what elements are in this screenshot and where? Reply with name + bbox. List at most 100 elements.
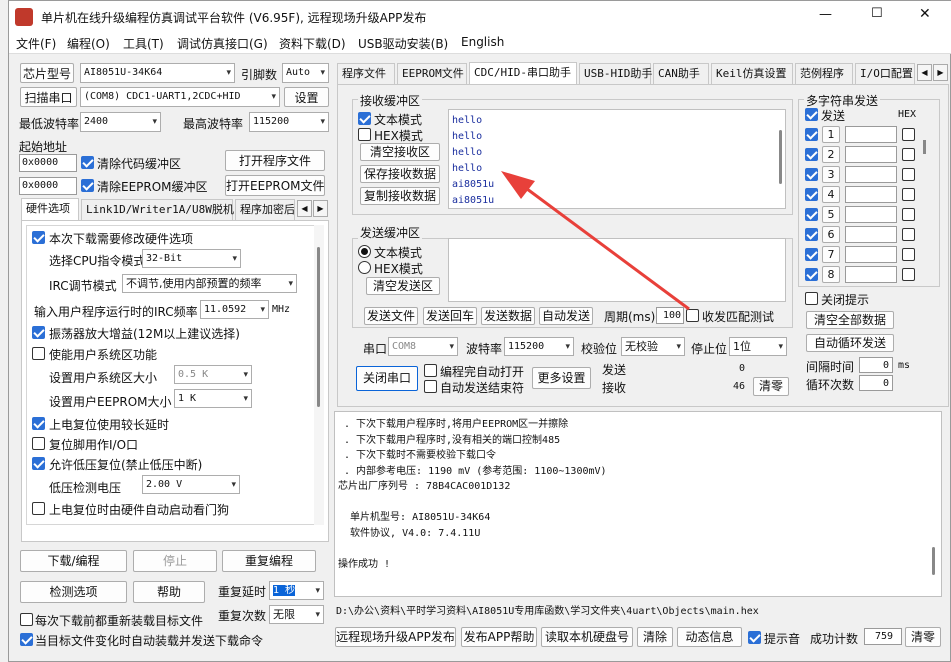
multi-row-input[interactable] (845, 246, 897, 263)
tab-scroll-left-icon[interactable]: ◀ (917, 64, 932, 81)
parity-select[interactable]: 无校验 ▾ (621, 337, 685, 356)
tab-keil-settings[interactable]: Keil仿真设置 (711, 63, 793, 84)
sysarea-size-select[interactable]: 0.5 K ▾ (174, 365, 252, 384)
menu-file[interactable]: 文件(F) (16, 35, 56, 52)
open-eeprom-button[interactable]: 打开EEPROM文件 (225, 175, 325, 196)
anim-info-button[interactable]: 动态信息 (677, 627, 742, 647)
interval-input[interactable]: 0 (859, 357, 893, 373)
tab-hardware-options[interactable]: 硬件选项 (21, 198, 79, 220)
chip-model-button[interactable]: 芯片型号 (20, 63, 74, 83)
log-scrollbar[interactable] (932, 547, 935, 575)
recv-hex-mode-checkbox[interactable] (358, 128, 371, 141)
chip-model-select[interactable]: AI8051U-34K64 ▾ (80, 63, 235, 83)
modify-hw-checkbox[interactable] (32, 231, 45, 244)
copy-recv-button[interactable]: 复制接收数据 (360, 187, 440, 205)
multi-row-send-checkbox[interactable] (805, 148, 818, 161)
multi-row-hex-checkbox[interactable] (902, 228, 915, 241)
tab-scroll-right-icon[interactable]: ▶ (313, 200, 328, 217)
multi-row-send-checkbox[interactable] (805, 128, 818, 141)
addr1-input[interactable]: 0x0000 (19, 154, 77, 172)
autoload-checkbox[interactable] (20, 633, 33, 646)
clear-counts-button[interactable]: 清零 (753, 377, 789, 396)
multi-row-number-button[interactable]: 7 (822, 246, 840, 263)
multi-row-hex-checkbox[interactable] (902, 208, 915, 221)
min-baud-select[interactable]: 2400 ▾ (80, 112, 161, 132)
clear-log-button[interactable]: 清除 (637, 627, 673, 647)
max-baud-select[interactable]: 115200 ▾ (249, 112, 329, 132)
repeat-delay-select[interactable]: 1 秒 ▾ (269, 581, 324, 600)
multi-row-send-checkbox[interactable] (805, 268, 818, 281)
multi-row-number-button[interactable]: 6 (822, 226, 840, 243)
auto-loop-button[interactable]: 自动循环发送 (806, 334, 894, 352)
multi-row-input[interactable] (845, 126, 897, 143)
clear-send-button[interactable]: 清空发送区 (366, 277, 440, 295)
send-return-button[interactable]: 发送回车 (423, 307, 477, 325)
multi-row-hex-checkbox[interactable] (902, 248, 915, 261)
lvr-checkbox[interactable] (32, 457, 45, 470)
clear-success-button[interactable]: 清零 (905, 627, 941, 647)
download-button[interactable]: 下载/编程 (20, 550, 127, 572)
menu-debug[interactable]: 调试仿真接口(G) (177, 35, 268, 52)
eeprom-size-select[interactable]: 1 K ▾ (174, 389, 252, 408)
check-options-button[interactable]: 检测选项 (20, 581, 127, 603)
beep-checkbox[interactable] (748, 631, 761, 644)
close-port-button[interactable]: 关闭串口 (356, 366, 418, 391)
more-settings-button[interactable]: 更多设置 (532, 367, 591, 389)
menu-usb-driver[interactable]: USB驱动安装(B) (358, 35, 448, 52)
tab-eeprom-file[interactable]: EEPROM文件 (397, 63, 467, 84)
multi-row-hex-checkbox[interactable] (902, 128, 915, 141)
multi-row-input[interactable] (845, 166, 897, 183)
close-button[interactable]: ✕ (919, 6, 931, 22)
sysarea-checkbox[interactable] (32, 347, 45, 360)
save-recv-button[interactable]: 保存接收数据 (360, 165, 440, 183)
auto-open-checkbox[interactable] (424, 364, 437, 377)
clear-all-button[interactable]: 清空全部数据 (806, 311, 894, 329)
multi-row-number-button[interactable]: 8 (822, 266, 840, 283)
multi-row-number-button[interactable]: 5 (822, 206, 840, 223)
send-hex-mode-radio[interactable] (358, 261, 371, 274)
irc-freq-select[interactable]: 11.0592 ▾ (200, 300, 269, 319)
multi-row-hex-checkbox[interactable] (902, 188, 915, 201)
multi-row-send-checkbox[interactable] (805, 168, 818, 181)
tab-usb-hid[interactable]: USB-HID助手 (579, 63, 652, 84)
menu-download[interactable]: 资料下载(D) (279, 35, 346, 52)
tab-scroll-left-icon[interactable]: ◀ (297, 200, 312, 217)
multi-row-send-checkbox[interactable] (805, 208, 818, 221)
reset-pin-checkbox[interactable] (32, 437, 45, 450)
tab-offline-programmer[interactable]: Link1D/Writer1A/U8W脱机 (81, 199, 234, 220)
repeat-count-select[interactable]: 无限 ▾ (269, 605, 324, 624)
hw-scroll-thumb[interactable] (317, 247, 320, 407)
wdt-checkbox[interactable] (32, 502, 45, 515)
clear-code-checkbox[interactable] (81, 156, 94, 169)
multi-row-number-button[interactable]: 1 (822, 126, 840, 143)
read-disk-button[interactable]: 读取本机硬盘号 (541, 627, 633, 647)
clear-recv-button[interactable]: 清空接收区 (360, 143, 440, 161)
hw-scrollbar[interactable] (314, 225, 324, 525)
multi-row-send-checkbox[interactable] (805, 248, 818, 261)
reset-delay-checkbox[interactable] (32, 417, 45, 430)
send-file-button[interactable]: 发送文件 (364, 307, 418, 325)
osc-gain-checkbox[interactable] (32, 326, 45, 339)
multi-row-hex-checkbox[interactable] (902, 168, 915, 181)
multi-row-input[interactable] (845, 206, 897, 223)
send-text-mode-radio[interactable] (358, 245, 371, 258)
tab-can[interactable]: CAN助手 (653, 63, 709, 84)
multi-send-checkbox[interactable] (805, 108, 818, 121)
tab-program-file[interactable]: 程序文件 (337, 63, 395, 84)
multi-row-send-checkbox[interactable] (805, 228, 818, 241)
close-tip-checkbox[interactable] (805, 292, 818, 305)
maximize-button[interactable]: ☐ (871, 6, 883, 21)
help-button[interactable]: 帮助 (133, 581, 205, 603)
pins-select[interactable]: Auto ▾ (282, 63, 329, 83)
reprogram-button[interactable]: 重复编程 (222, 550, 316, 572)
open-program-button[interactable]: 打开程序文件 (225, 150, 325, 171)
irc-mode-select[interactable]: 不调节,使用内部预置的频率 ▾ (122, 274, 297, 293)
loop-count-input[interactable]: 0 (859, 375, 893, 391)
multi-row-send-checkbox[interactable] (805, 188, 818, 201)
tab-serial-assistant[interactable]: CDC/HID-串口助手 (469, 62, 577, 84)
recv-scrollbar[interactable] (779, 130, 782, 184)
menu-program[interactable]: 编程(O) (67, 35, 110, 52)
baud-select[interactable]: 115200 ▾ (504, 337, 574, 356)
tab-examples[interactable]: 范例程序 (795, 63, 853, 84)
multi-row-input[interactable] (845, 186, 897, 203)
